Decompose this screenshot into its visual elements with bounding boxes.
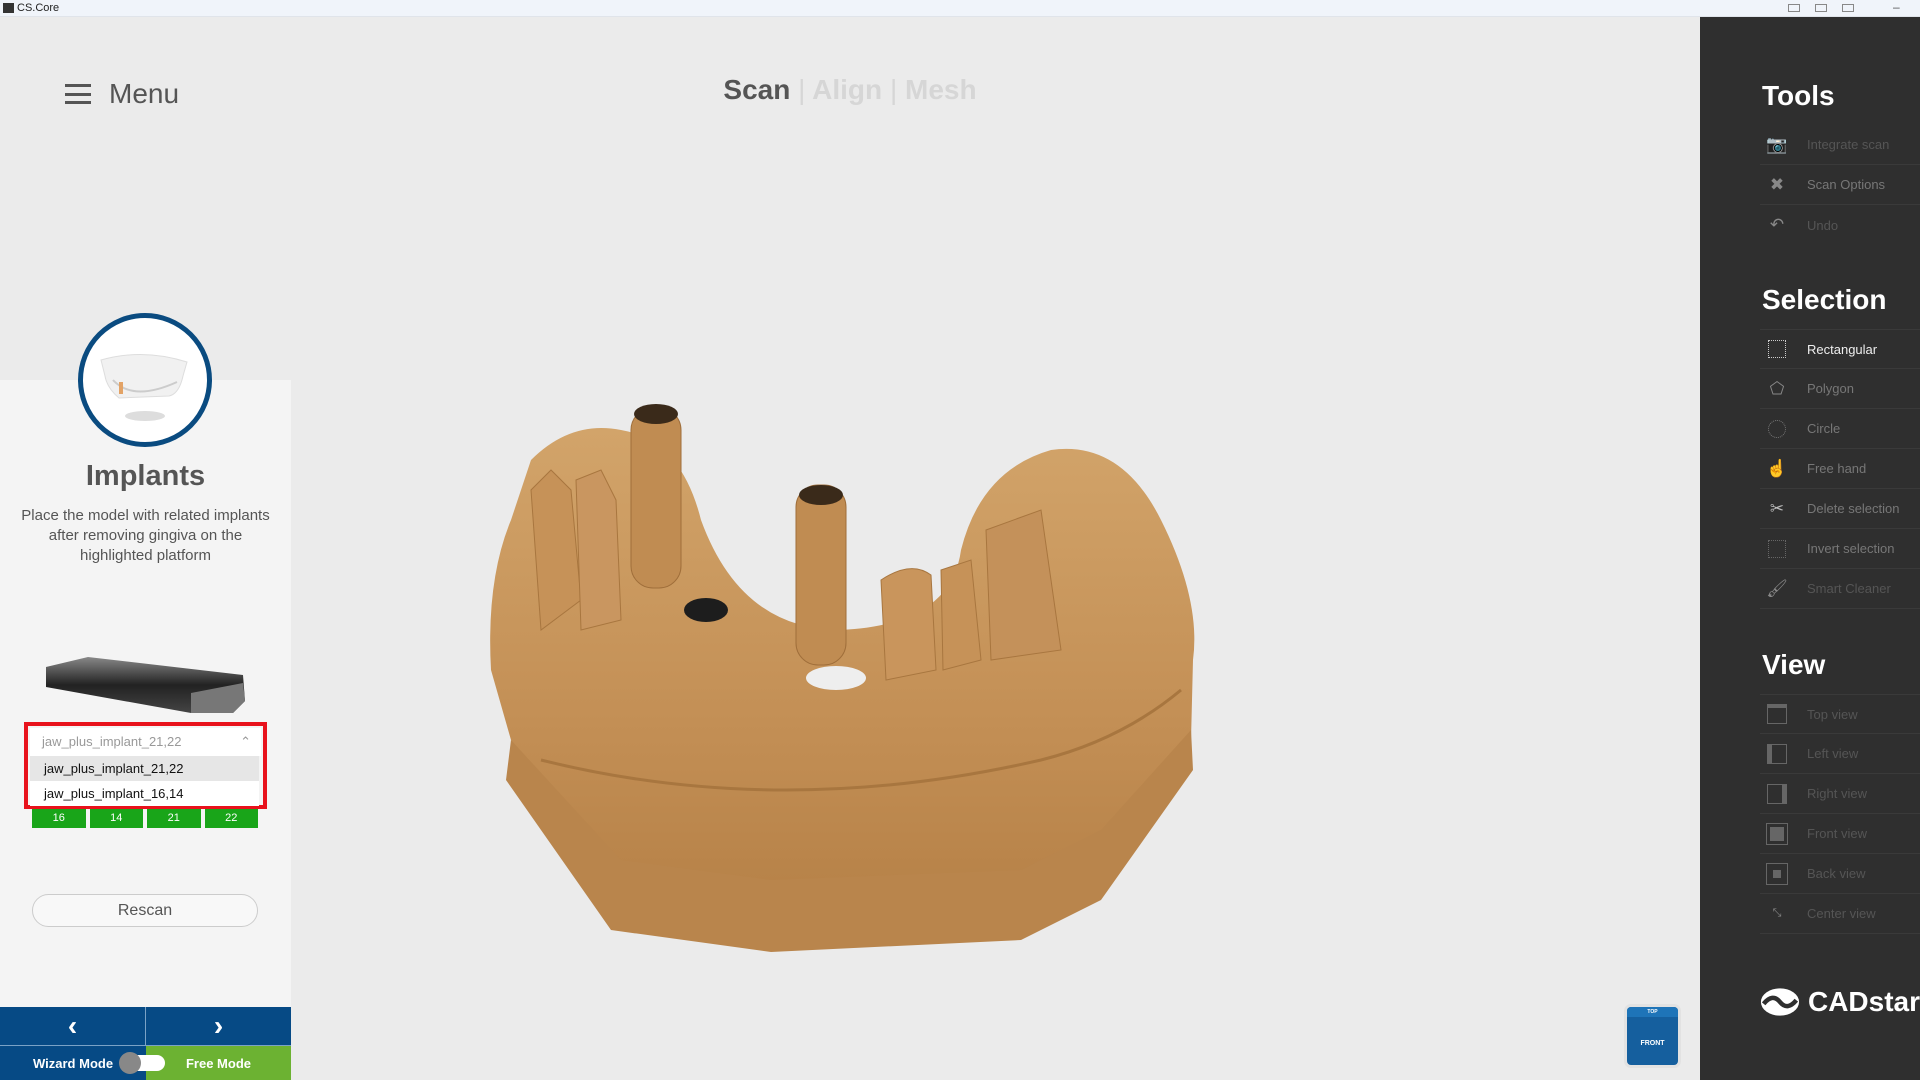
circle-select-icon <box>1766 418 1788 440</box>
cadstar-logo: CADstar <box>1760 986 1920 1018</box>
mode-toggle[interactable] <box>119 1052 165 1074</box>
center-view-icon: ⤡ <box>1772 907 1782 919</box>
dropdown-option[interactable]: jaw_plus_implant_16,14 <box>30 781 259 806</box>
free-mode-label[interactable]: Free Mode <box>146 1046 291 1080</box>
front-view-icon <box>1766 822 1788 845</box>
circle-selection[interactable]: Circle <box>1760 409 1920 449</box>
tooth-tab[interactable]: 22 <box>204 809 258 828</box>
step-mesh[interactable]: Mesh <box>905 74 977 105</box>
polygon-selection[interactable]: ⬠ Polygon <box>1760 369 1920 409</box>
title-bar: CS.Core – <box>0 0 1920 17</box>
polygon-select-icon: ⬠ <box>1769 378 1785 398</box>
rectangular-selection[interactable]: Rectangular <box>1760 329 1920 369</box>
invert-select-icon <box>1766 538 1788 560</box>
step-align[interactable]: Align <box>812 74 882 105</box>
scan-model-dropdown[interactable]: jaw_plus_implant_21,22 ⌃ <box>30 728 261 756</box>
workflow-steps: Scan | Align | Mesh <box>0 74 1700 106</box>
window-button-icon[interactable] <box>1815 4 1827 12</box>
freehand-selection[interactable]: ☝ Free hand <box>1760 449 1920 489</box>
back-view-icon <box>1766 862 1788 885</box>
implants-illustration <box>78 313 212 447</box>
undo-icon: ↶ <box>1769 215 1785 234</box>
cadstar-logo-icon <box>1760 988 1800 1016</box>
rect-select-icon <box>1766 338 1788 360</box>
undo-button[interactable]: ↶ Undo <box>1760 205 1920 245</box>
integrate-scan-button[interactable]: 📷 Integrate scan <box>1760 125 1920 165</box>
view-heading: View <box>1762 649 1826 680</box>
tooth-tab[interactable]: 21 <box>147 809 201 828</box>
dropdown-option[interactable]: jaw_plus_implant_21,22 <box>30 756 259 781</box>
rescan-button[interactable]: Rescan <box>32 894 258 927</box>
minimize-button[interactable]: – <box>1893 0 1900 14</box>
step-separator: | <box>889 74 898 105</box>
top-view-button[interactable]: Top view <box>1760 694 1920 734</box>
freehand-select-icon: ☝ <box>1766 458 1788 478</box>
wizard-nav: ‹ › <box>0 1007 291 1045</box>
cube-face-label: FRONT <box>1640 1040 1665 1047</box>
tooth-tabs: 16 14 21 22 <box>32 809 258 828</box>
right-view-icon <box>1766 783 1788 805</box>
scan-options-button[interactable]: ✖ Scan Options <box>1760 165 1920 205</box>
chevron-up-icon: ⌃ <box>240 734 251 749</box>
scan-platform-image <box>43 655 249 722</box>
selection-heading: Selection <box>1762 284 1887 315</box>
tooth-tab[interactable]: 14 <box>89 809 143 828</box>
invert-selection-button[interactable]: Invert selection <box>1760 529 1920 569</box>
back-view-button[interactable]: Back view <box>1760 854 1920 894</box>
left-view-icon <box>1766 743 1788 765</box>
right-view-button[interactable]: Right view <box>1760 774 1920 814</box>
window-button-icon[interactable] <box>1788 4 1800 12</box>
tools-icon: ✖ <box>1769 174 1785 194</box>
smart-cleaner-button[interactable]: 🖌 Smart Cleaner <box>1760 569 1920 609</box>
next-button[interactable]: › <box>146 1007 291 1045</box>
step-title: Implants <box>85 460 206 492</box>
step-description: Place the model with related implants af… <box>21 507 270 564</box>
brush-icon: 🖌 <box>1766 578 1788 598</box>
top-view-icon <box>1766 703 1788 725</box>
tools-heading: Tools <box>1762 80 1835 111</box>
center-view-button[interactable]: ⤡ Center view <box>1760 894 1920 934</box>
orientation-cube[interactable]: TOP FRONT <box>1627 1007 1678 1065</box>
window-title: CS.Core <box>17 2 60 14</box>
step-separator: | <box>798 74 806 105</box>
previous-button[interactable]: ‹ <box>0 1007 146 1045</box>
step-scan[interactable]: Scan <box>723 74 790 105</box>
front-view-button[interactable]: Front view <box>1760 814 1920 854</box>
left-view-button[interactable]: Left view <box>1760 734 1920 774</box>
cube-top-label: TOP <box>1647 1009 1658 1015</box>
camera-plus-icon: 📷 <box>1766 134 1788 154</box>
window-button-icon[interactable] <box>1842 4 1854 12</box>
scissors-icon: ✂ <box>1769 498 1785 518</box>
tooth-tab[interactable]: 16 <box>32 809 86 828</box>
delete-selection-button[interactable]: ✂ Delete selection <box>1760 489 1920 529</box>
app-logo-icon <box>3 3 14 13</box>
3d-jaw-model[interactable] <box>481 400 1201 965</box>
dropdown-selected: jaw_plus_implant_21,22 <box>42 734 182 749</box>
